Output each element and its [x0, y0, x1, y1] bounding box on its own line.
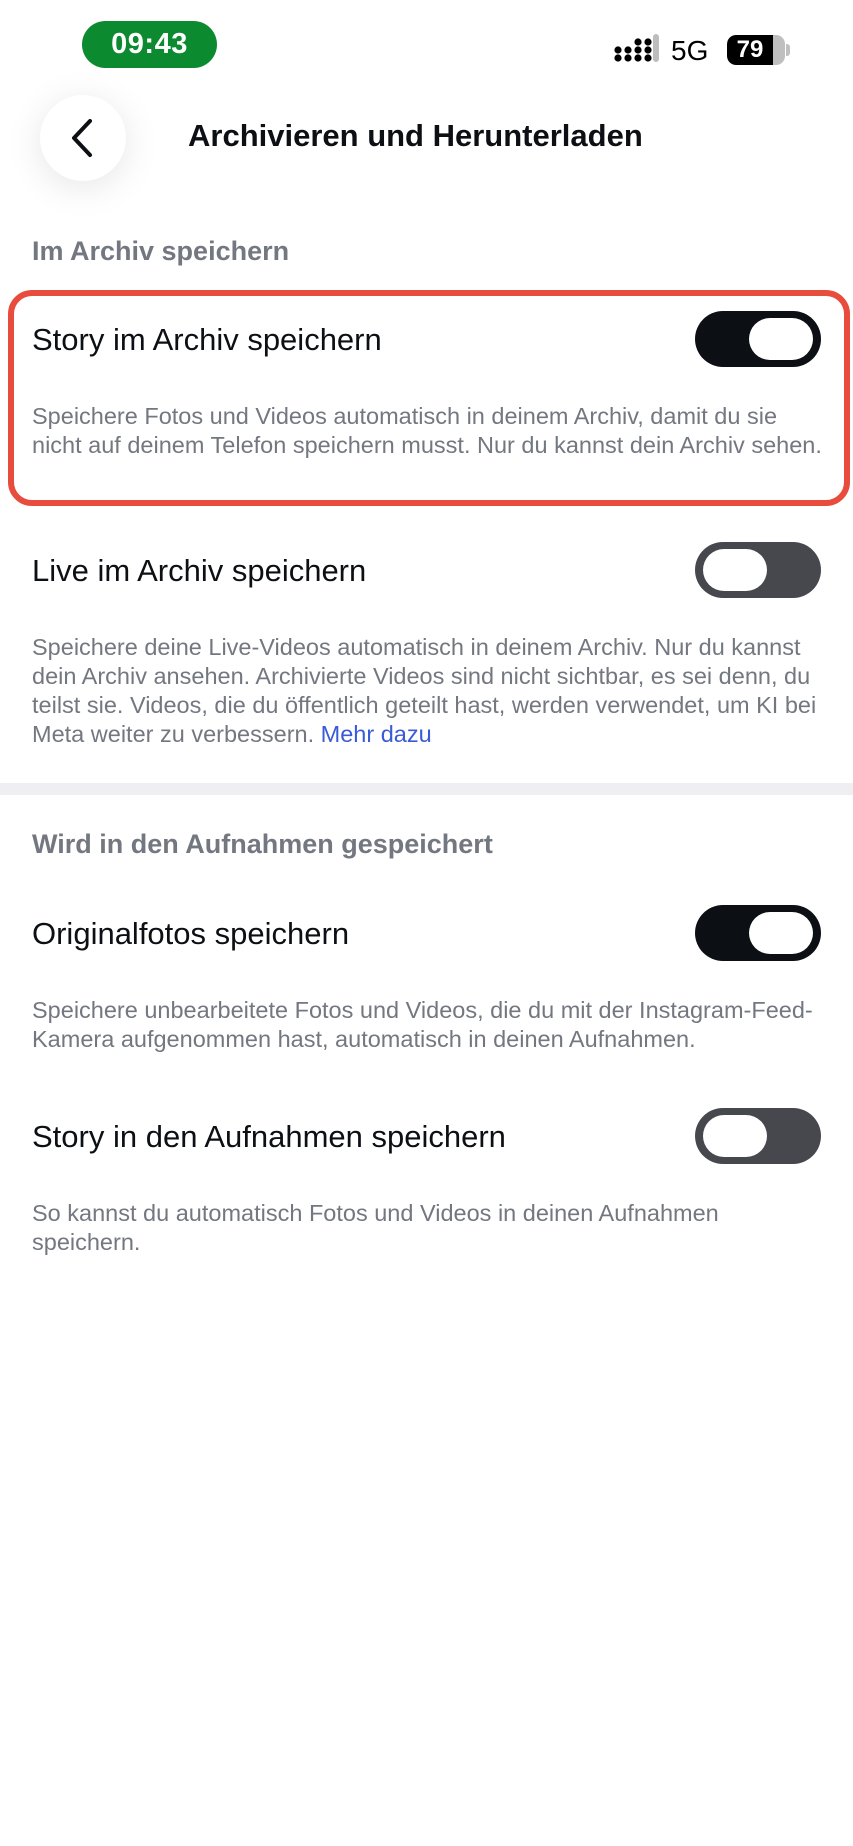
- battery-indicator: 79: [727, 35, 785, 65]
- toggle-knob: [703, 1115, 767, 1157]
- cellular-signal-icon: [614, 34, 659, 62]
- live-archive-description: Speichere deine Live-Videos automatisch …: [32, 633, 822, 749]
- story-recordings-description: So kannst du automatisch Fotos und Video…: [32, 1200, 719, 1255]
- toggle-knob: [703, 549, 767, 591]
- toggle-knob: [749, 318, 813, 360]
- story-archive-toggle[interactable]: [695, 311, 821, 367]
- status-bar: 09:43 5G 79: [0, 0, 853, 90]
- section-header-archive: Im Archiv speichern: [32, 236, 290, 266]
- original-photos-label: Originalfotos speichern: [32, 916, 350, 951]
- network-type-label: 5G: [671, 35, 709, 66]
- story-archive-description: Speichere Fotos und Videos automatisch i…: [32, 403, 822, 458]
- archive-download-settings-screen: 09:43 5G 79 Archivieren und Herunterlade…: [0, 0, 853, 1846]
- chevron-left-icon: [72, 119, 92, 157]
- status-time: 09:43: [82, 21, 217, 68]
- battery-cap: [786, 44, 790, 56]
- toggle-knob: [749, 912, 813, 954]
- learn-more-link[interactable]: Mehr dazu: [321, 721, 432, 747]
- back-button[interactable]: [40, 95, 126, 181]
- live-archive-label: Live im Archiv speichern: [32, 553, 367, 588]
- section-header-recordings: Wird in den Aufnahmen gespeichert: [32, 829, 493, 859]
- original-photos-toggle[interactable]: [695, 905, 821, 961]
- story-archive-label: Story im Archiv speichern: [32, 322, 382, 357]
- original-photos-description: Speichere unbearbeitete Fotos und Videos…: [32, 997, 813, 1052]
- story-recordings-label: Story in den Aufnahmen speichern: [32, 1119, 506, 1154]
- section-divider: [0, 783, 853, 795]
- page-title: Archivieren und Herunterladen: [188, 118, 643, 153]
- battery-percentage: 79: [736, 36, 764, 63]
- story-recordings-toggle[interactable]: [695, 1108, 821, 1164]
- live-archive-toggle[interactable]: [695, 542, 821, 598]
